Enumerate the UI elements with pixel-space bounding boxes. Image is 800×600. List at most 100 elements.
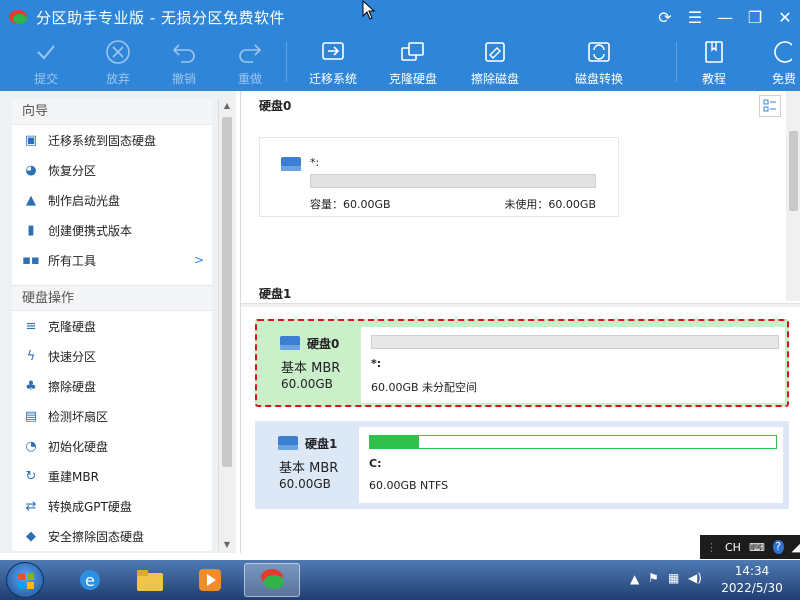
free-button[interactable]: 免费 <box>772 38 800 88</box>
partition-block[interactable]: *: 60.00GB 未分配空间 <box>361 327 785 403</box>
network-icon[interactable]: ▦ <box>668 571 679 585</box>
disk-row-1[interactable]: 硬盘1 基本 MBR 60.00GB C: 60.00GB NTFS <box>255 421 789 509</box>
scrollbar-thumb[interactable] <box>222 117 232 467</box>
eraser-icon: ◆ <box>26 528 36 544</box>
sidebar-item-label: 克隆硬盘 <box>48 319 97 334</box>
sidebar-item-boot-disc[interactable]: ▲ 制作启动光盘 <box>12 185 212 215</box>
sidebar-item-label: 转换成GPT硬盘 <box>48 499 132 514</box>
sidebar-item-label: 擦除硬盘 <box>48 379 97 394</box>
commit-button[interactable]: 提交 <box>26 38 66 88</box>
language-bar[interactable]: ⋮ CH ⌨ ? ◢ <box>700 535 800 559</box>
sidebar-item-all-tools[interactable]: ▪▪ 所有工具 > <box>12 245 212 275</box>
sidebar-item-bad-sector[interactable]: ▤ 检测坏扇区 <box>12 401 212 431</box>
help-icon[interactable]: ? <box>772 540 784 554</box>
sidebar-item-migrate-ssd[interactable]: ▣ 迁移系统到固态硬盘 <box>12 125 212 155</box>
disk-map-view: 硬盘0 *: 容量：60.00GB 未使用：60.00GB 硬盘1 <box>241 91 786 301</box>
partition-block[interactable]: C: 60.00GB NTFS <box>359 427 783 503</box>
discard-button[interactable]: 放弃 <box>98 38 138 88</box>
sidebar-item-recover-partition[interactable]: ◕ 恢复分区 <box>12 155 212 185</box>
toolbar-separator <box>286 42 287 82</box>
sidebar-item-label: 迁移系统到固态硬盘 <box>48 133 157 148</box>
disk-type: 基本 MBR <box>279 461 339 476</box>
expand-icon[interactable]: ◢ <box>792 541 800 554</box>
title-bar: 分区助手专业版 - 无损分区免费软件 ⟳ ☰ — ❐ ✕ <box>0 0 800 34</box>
convert-icon: ⇄ <box>25 498 37 514</box>
internet-explorer-icon: e <box>80 570 100 590</box>
tray-expand-icon[interactable]: ▲ <box>630 572 639 586</box>
media-player-taskbar-button[interactable] <box>182 563 238 597</box>
clone-icon: ≡ <box>25 318 37 334</box>
usb-icon: ▮ <box>27 222 35 238</box>
action-center-flag-icon[interactable]: ⚑ <box>648 571 659 585</box>
right-panel-scrollbar[interactable] <box>786 91 800 301</box>
undo-button[interactable]: 撤销 <box>164 38 204 88</box>
scan-icon: ▤ <box>24 408 38 424</box>
disk-row-0[interactable]: 硬盘0 基本 MBR 60.00GB *: 60.00GB 未分配空间 <box>255 319 789 407</box>
keyboard-icon[interactable]: ⌨ <box>749 541 765 554</box>
sidebar-item-convert-gpt[interactable]: ⇄ 转换成GPT硬盘 <box>12 491 212 521</box>
svg-text:e: e <box>85 571 95 590</box>
clock-time: 14:34 <box>734 564 770 578</box>
explorer-taskbar-button[interactable] <box>122 563 178 597</box>
scroll-up-icon[interactable]: ▲ <box>222 101 232 110</box>
sidebar-item-wipe-disk[interactable]: ♣ 擦除硬盘 <box>12 371 212 401</box>
rebuild-icon: ↻ <box>25 468 37 484</box>
redo-button[interactable]: 重做 <box>230 38 270 88</box>
minimize-icon[interactable]: — <box>710 8 740 27</box>
partition-label: *: <box>371 357 382 370</box>
clone-disk-button[interactable]: 克隆硬盘 <box>384 38 442 88</box>
disk-size: 60.00GB <box>281 377 333 391</box>
sidebar-item-init-disk[interactable]: ◔ 初始化硬盘 <box>12 431 212 461</box>
sidebar-item-label: 初始化硬盘 <box>48 439 109 454</box>
grid-icon: ▪▪ <box>22 252 40 268</box>
wipe-disk-button[interactable]: 擦除磁盘 <box>466 38 524 88</box>
sidebar-item-label: 检测坏扇区 <box>48 409 109 424</box>
view-toggle-button[interactable] <box>759 95 781 117</box>
disk0-header: 硬盘0 <box>259 99 292 113</box>
disk-info: 硬盘0 基本 MBR 60.00GB <box>257 321 361 409</box>
folder-icon <box>137 570 163 591</box>
left-panel-scrollbar[interactable]: ▲ ▼ <box>218 99 234 551</box>
menu-icon[interactable]: ☰ <box>680 8 710 27</box>
partition-label: C: <box>369 457 382 470</box>
tutorial-button[interactable]: 教程 <box>694 38 734 88</box>
ie-taskbar-button[interactable]: e <box>62 563 118 597</box>
undo-icon <box>172 44 195 63</box>
sidebar-item-secure-erase-ssd[interactable]: ◆ 安全擦除固态硬盘 <box>12 521 212 551</box>
sidebar-item-label: 创建便携式版本 <box>48 223 133 238</box>
close-icon[interactable]: ✕ <box>770 8 800 27</box>
hard-disk-icon <box>280 336 300 350</box>
taskbar: e ▲ ⚑ ▦ ◀) 14:34 2022/5/30 <box>0 560 800 600</box>
volume-icon[interactable]: ◀) <box>688 571 702 585</box>
start-button[interactable] <box>6 562 44 598</box>
right-panel: 硬盘0 *: 容量：60.00GB 未使用：60.00GB 硬盘1 硬盘0 基本… <box>240 91 800 553</box>
list-view-icon <box>763 99 776 112</box>
refresh-icon[interactable]: ⟳ <box>650 8 680 27</box>
sidebar-item-quick-partition[interactable]: ϟ 快速分区 <box>12 341 212 371</box>
partition-usage-bar <box>310 174 596 188</box>
sidebar-item-clone-disk[interactable]: ≡ 克隆硬盘 <box>12 311 212 341</box>
language-indicator[interactable]: CH <box>725 541 741 554</box>
mouse-cursor-icon <box>362 0 376 20</box>
clone-disk-icon <box>401 42 424 61</box>
restore-icon[interactable]: ❐ <box>740 8 770 27</box>
toolbar: 提交 放弃 撤销 重做 迁移系统 克隆硬盘 擦除磁盘 磁盘转换 教程 免费 <box>0 34 800 91</box>
commit-label: 提交 <box>33 72 58 86</box>
scrollbar-thumb[interactable] <box>789 131 798 211</box>
sidebar-item-portable-version[interactable]: ▮ 创建便携式版本 <box>12 215 212 245</box>
clock[interactable]: 14:34 2022/5/30 <box>712 563 792 597</box>
sidebar-item-rebuild-mbr[interactable]: ↻ 重建MBR <box>12 461 212 491</box>
partition-usage-bar <box>371 335 779 349</box>
chevron-right-icon: > <box>193 253 204 267</box>
panel-splitter[interactable] <box>241 303 800 307</box>
migrate-os-button[interactable]: 迁移系统 <box>304 38 362 88</box>
partition-assistant-taskbar-button[interactable] <box>244 563 300 597</box>
unallocated-partition-card[interactable]: *: 容量：60.00GB 未使用：60.00GB <box>259 137 619 217</box>
disk-convert-button[interactable]: 磁盘转换 <box>568 38 630 88</box>
wipe-disk-icon <box>485 42 505 62</box>
clock-date: 2022/5/30 <box>721 581 783 595</box>
person-icon: ▲ <box>26 192 36 208</box>
undo-label: 撤销 <box>171 72 196 86</box>
free-label: 免费 <box>772 72 797 86</box>
scroll-down-icon[interactable]: ▼ <box>222 540 232 549</box>
